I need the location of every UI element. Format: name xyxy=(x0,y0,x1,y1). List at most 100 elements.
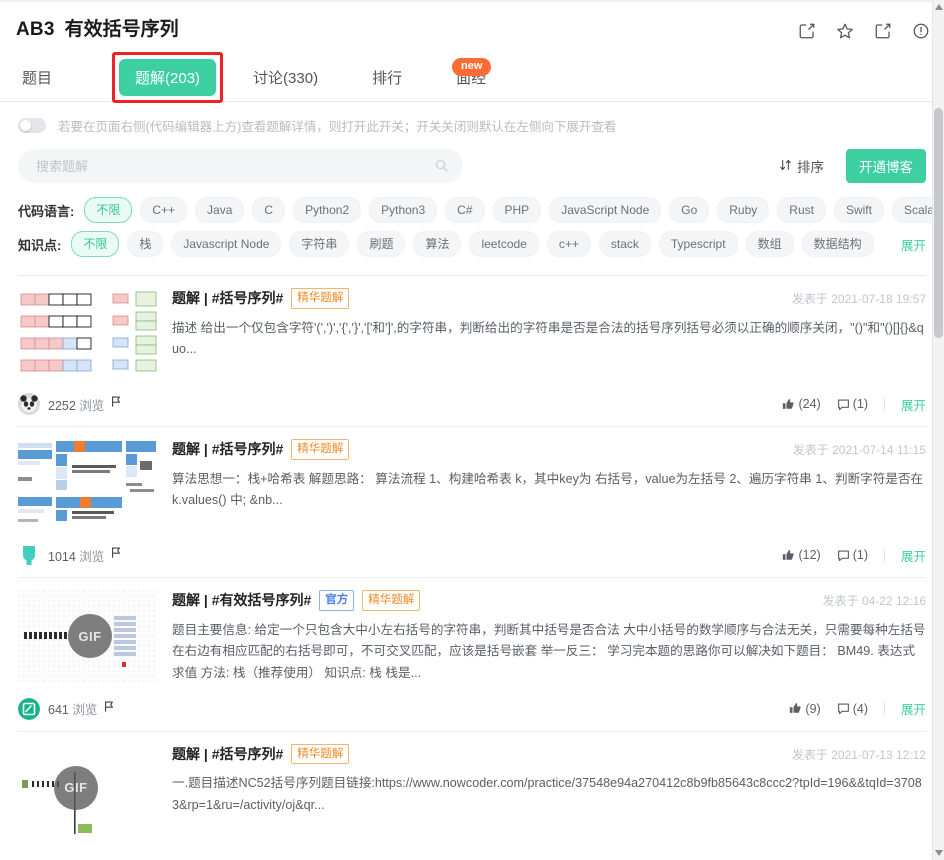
post-title[interactable]: 题解 | #括号序列# xyxy=(172,744,283,764)
kp-chip-typescript[interactable]: Typescript xyxy=(658,231,738,257)
expand-button[interactable]: 展开 xyxy=(901,395,926,414)
search-icon[interactable] xyxy=(434,158,449,178)
search-input[interactable] xyxy=(34,157,447,175)
expand-button[interactable]: 展开 xyxy=(901,546,926,565)
search-box[interactable] xyxy=(18,149,463,183)
page-scrollbar[interactable] xyxy=(932,0,944,860)
list-item[interactable]: 题解 | #括号序列# 精华题解 发表于 2021-07-18 19:57 描述… xyxy=(18,275,926,426)
solution-panel-switch[interactable] xyxy=(18,118,46,133)
tab-ranking[interactable]: 排行 xyxy=(368,61,406,94)
post-excerpt: 题目主要信息: 给定一个只包含大中小左右括号的字符串，判断其中括号是否合法 大中… xyxy=(172,622,926,680)
post-date: 发表于 2021-07-13 12:12 xyxy=(791,747,926,762)
scroll-up-arrow[interactable] xyxy=(935,4,943,10)
kp-chip-practice[interactable]: 刷题 xyxy=(357,231,406,257)
comment-button[interactable]: (1) xyxy=(837,397,868,411)
info-icon[interactable] xyxy=(912,22,930,40)
like-button[interactable]: (24) xyxy=(782,397,821,411)
tab-solutions[interactable]: 题解(203) xyxy=(119,59,217,96)
list-item[interactable]: GIF 题解 | #括号序列# 精华题解 发表于 2021-07-13 12:1… xyxy=(18,730,926,846)
lang-chip-csharp[interactable]: C# xyxy=(445,197,485,223)
comment-button[interactable]: (1) xyxy=(837,548,868,562)
kp-chip-string[interactable]: 字符串 xyxy=(289,231,350,257)
lang-chip-any[interactable]: 不限 xyxy=(84,197,133,223)
list-item[interactable]: GIF 题解 | #有效括号序列# 官方 精华题解 发表于 04-22 12:1… xyxy=(18,577,926,731)
tab-discussion[interactable]: 讨论(330) xyxy=(249,61,322,94)
post-main: 题解 | #括号序列# 精华题解 发表于 2021-07-14 11:15 算法… xyxy=(18,439,926,531)
list-item[interactable]: 题解 | #括号序列# 精华题解 发表于 2021-07-14 11:15 算法… xyxy=(18,426,926,577)
kp-chip-algorithm[interactable]: 算法 xyxy=(413,231,462,257)
kp-chip-cpp[interactable]: c++ xyxy=(546,231,591,257)
lang-chip-python3[interactable]: Python3 xyxy=(369,197,438,223)
lang-chip-python2[interactable]: Python2 xyxy=(293,197,362,223)
post-thumbnail[interactable]: GIF xyxy=(18,743,158,836)
lang-chip-go[interactable]: Go xyxy=(669,197,710,223)
view-label: 浏览 xyxy=(79,549,105,564)
sort-arrows-icon xyxy=(779,158,792,175)
scroll-down-arrow[interactable] xyxy=(935,850,943,856)
like-button[interactable]: (12) xyxy=(782,548,821,562)
post-title[interactable]: 题解 | #有效括号序列# xyxy=(172,590,311,610)
kp-chip-leetcode[interactable]: leetcode xyxy=(469,231,539,257)
sort-label: 排序 xyxy=(797,160,824,175)
like-button[interactable]: (9) xyxy=(789,702,821,716)
kp-chip-stack-cn[interactable]: 栈 xyxy=(127,231,164,257)
post-thumbnail[interactable]: GIF xyxy=(18,590,158,682)
action-divider xyxy=(883,397,885,411)
lang-chip-php[interactable]: PHP xyxy=(492,197,542,223)
teal-avatar-icon xyxy=(18,544,40,566)
scrollbar-thumb[interactable] xyxy=(934,108,943,338)
page-root: AB3 有效括号序列 题目 题解(203) 讨论(330) 排行 面经 new … xyxy=(0,0,944,860)
like-count: (24) xyxy=(798,397,821,411)
view-count: 2252 浏览 xyxy=(48,395,104,414)
tab-solutions-highlight: 题解(203) xyxy=(112,52,224,103)
lang-chip-swift[interactable]: Swift xyxy=(833,197,884,223)
kp-chip-array[interactable]: 数组 xyxy=(745,231,794,257)
avatar[interactable] xyxy=(18,697,40,720)
lang-chip-java[interactable]: Java xyxy=(195,197,245,223)
kp-chip-data-structure[interactable]: 数据结构 xyxy=(801,231,874,257)
lang-chip-ruby[interactable]: Ruby xyxy=(717,197,770,223)
search-toolbar: 排序 开通博客 xyxy=(0,145,944,183)
lang-chip-c[interactable]: C xyxy=(252,197,286,223)
tab-problem[interactable]: 题目 xyxy=(18,61,56,94)
comment-count: (4) xyxy=(852,701,868,716)
kp-chip-javascript-node[interactable]: Javascript Node xyxy=(171,231,282,257)
problem-title-row: AB3 有效括号序列 xyxy=(16,14,179,41)
report-flag-icon[interactable] xyxy=(110,395,122,413)
post-main: 题解 | #括号序列# 精华题解 发表于 2021-07-18 19:57 描述… xyxy=(18,288,926,380)
kp-chip-stack[interactable]: stack xyxy=(598,231,651,257)
header-actions xyxy=(798,22,930,40)
lang-chip-javascript-node[interactable]: JavaScript Node xyxy=(549,197,662,223)
avatar[interactable] xyxy=(18,393,40,415)
comment-count: (1) xyxy=(852,548,868,562)
avatar[interactable] xyxy=(18,544,40,566)
open-blog-button[interactable]: 开通博客 xyxy=(846,149,926,183)
lang-chip-rust[interactable]: Rust xyxy=(777,197,826,223)
kp-chip-any[interactable]: 不限 xyxy=(71,231,120,257)
filter-row-language: 代码语言: 不限 C++ Java C Python2 Python3 C# P… xyxy=(18,197,944,223)
badge-essence: 精华题解 xyxy=(291,288,350,309)
new-badge: new xyxy=(452,58,492,77)
comment-button[interactable]: (4) xyxy=(837,702,868,716)
like-count: (12) xyxy=(798,548,821,562)
diagram-thumbnail-icon xyxy=(20,291,157,372)
post-title[interactable]: 题解 | #括号序列# xyxy=(172,439,283,459)
filter-expand-link[interactable]: 展开 xyxy=(887,235,926,254)
report-flag-icon[interactable] xyxy=(110,546,122,564)
expand-button[interactable]: 展开 xyxy=(901,699,926,718)
gif-badge: GIF xyxy=(68,614,112,658)
share-icon[interactable] xyxy=(874,22,892,40)
post-title[interactable]: 题解 | #括号序列# xyxy=(172,288,283,308)
lang-chip-cpp[interactable]: C++ xyxy=(140,197,188,223)
post-body: 题解 | #括号序列# 精华题解 发表于 2021-07-13 12:12 一.… xyxy=(172,743,926,836)
sort-button[interactable]: 排序 xyxy=(779,156,824,176)
star-icon[interactable] xyxy=(836,22,854,40)
post-thumbnail[interactable] xyxy=(18,439,158,531)
badge-essence: 精华题解 xyxy=(291,743,350,765)
post-thumbnail[interactable] xyxy=(18,288,158,380)
report-flag-icon[interactable] xyxy=(103,700,115,718)
problem-id: AB3 xyxy=(16,18,55,40)
action-divider xyxy=(883,702,885,716)
edit-icon[interactable] xyxy=(798,22,816,40)
post-date: 发表于 04-22 12:16 xyxy=(822,594,926,608)
